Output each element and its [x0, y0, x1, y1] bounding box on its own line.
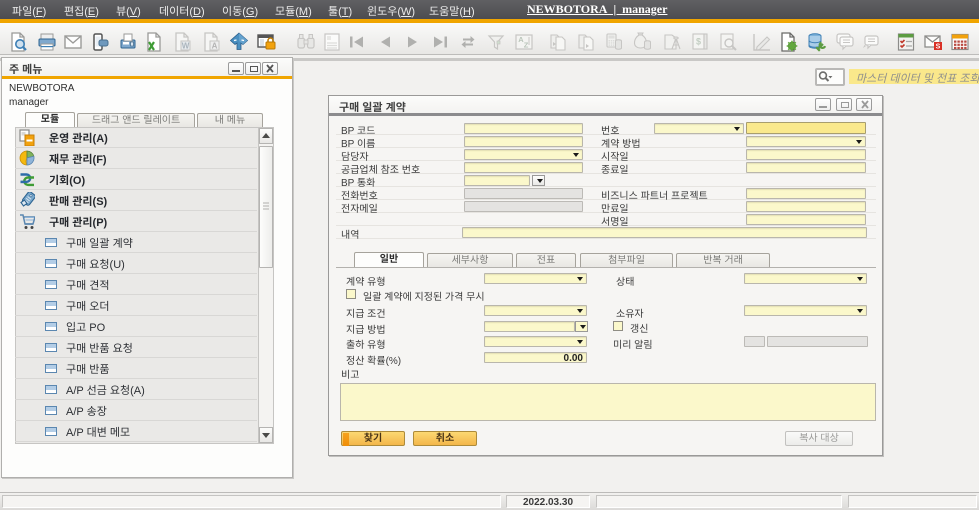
svg-text:A: A — [212, 42, 218, 51]
svg-text:Z: Z — [524, 41, 529, 50]
svg-text:W: W — [182, 42, 190, 51]
svg-text:$: $ — [696, 37, 701, 47]
svg-text:S: S — [936, 44, 941, 51]
